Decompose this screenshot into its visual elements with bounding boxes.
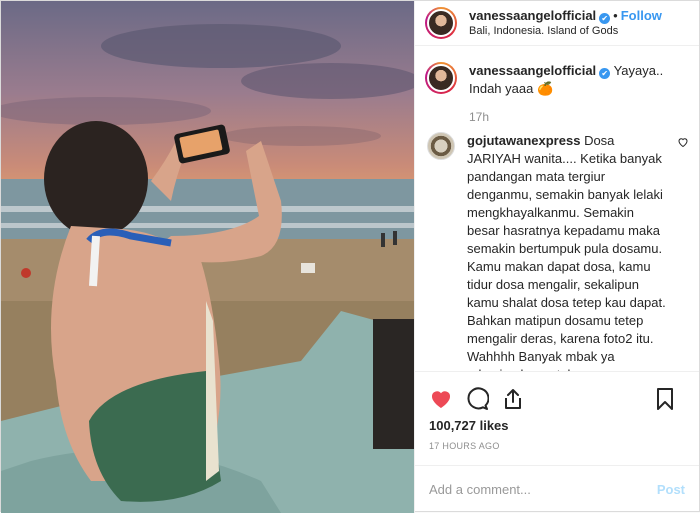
author-username[interactable]: vanessaangelofficial [469, 8, 596, 23]
location-link[interactable]: Bali, Indonesia. Island of Gods [469, 24, 662, 39]
header-text: vanessaangelofficial ✔ • Follow Bali, Indon… [469, 8, 662, 39]
separator-dot: • [613, 7, 618, 23]
heart-icon[interactable] [429, 387, 453, 411]
verified-badge-icon: ✔ [599, 68, 611, 79]
author-avatar[interactable] [425, 7, 457, 39]
comment-text-block: gojutawanexpress Dosa JARIYAH wanita....… [467, 132, 689, 371]
comment-icon[interactable] [465, 386, 489, 411]
commenter-username[interactable]: gojutawanexpress [467, 133, 580, 148]
follow-button[interactable]: Follow [621, 8, 662, 23]
comments-area[interactable]: vanessaangelofficial ✔ Yayaya.. Indah yaa… [415, 46, 699, 371]
post-header: vanessaangelofficial ✔ • Follow Bali, Indon… [415, 1, 699, 46]
post-timestamp: 17 HOURS AGO [429, 441, 500, 451]
verified-badge-icon: ✔ [599, 12, 611, 24]
share-icon[interactable] [501, 387, 525, 411]
bookmark-icon[interactable] [653, 387, 677, 411]
caption-author-avatar[interactable] [425, 62, 457, 94]
commenter-avatar[interactable] [427, 132, 455, 160]
caption-username[interactable]: vanessaangelofficial [469, 63, 596, 78]
post-photo[interactable] [1, 1, 414, 513]
comment-row: gojutawanexpress Dosa JARIYAH wanita....… [425, 132, 689, 371]
post-comment-button[interactable]: Post [657, 482, 685, 497]
add-comment-bar: Post [415, 465, 699, 513]
heart-outline-icon[interactable] [677, 136, 689, 148]
comment-text: Dosa JARIYAH wanita.... Ketika banyak pa… [467, 133, 666, 371]
add-comment-input[interactable] [429, 482, 657, 497]
caption-text-block: vanessaangelofficial ✔ Yayaya.. Indah yaa… [469, 62, 689, 98]
caption-row: vanessaangelofficial ✔ Yayaya.. Indah yaa… [425, 62, 689, 98]
beach-photo-illustration [1, 24, 414, 513]
post-side-panel: vanessaangelofficial ✔ • Follow Bali, Indon… [414, 1, 699, 513]
instagram-post: vanessaangelofficial ✔ • Follow Bali, Indon… [0, 0, 700, 513]
action-bar [415, 371, 699, 425]
caption-time: 17h [469, 110, 490, 124]
